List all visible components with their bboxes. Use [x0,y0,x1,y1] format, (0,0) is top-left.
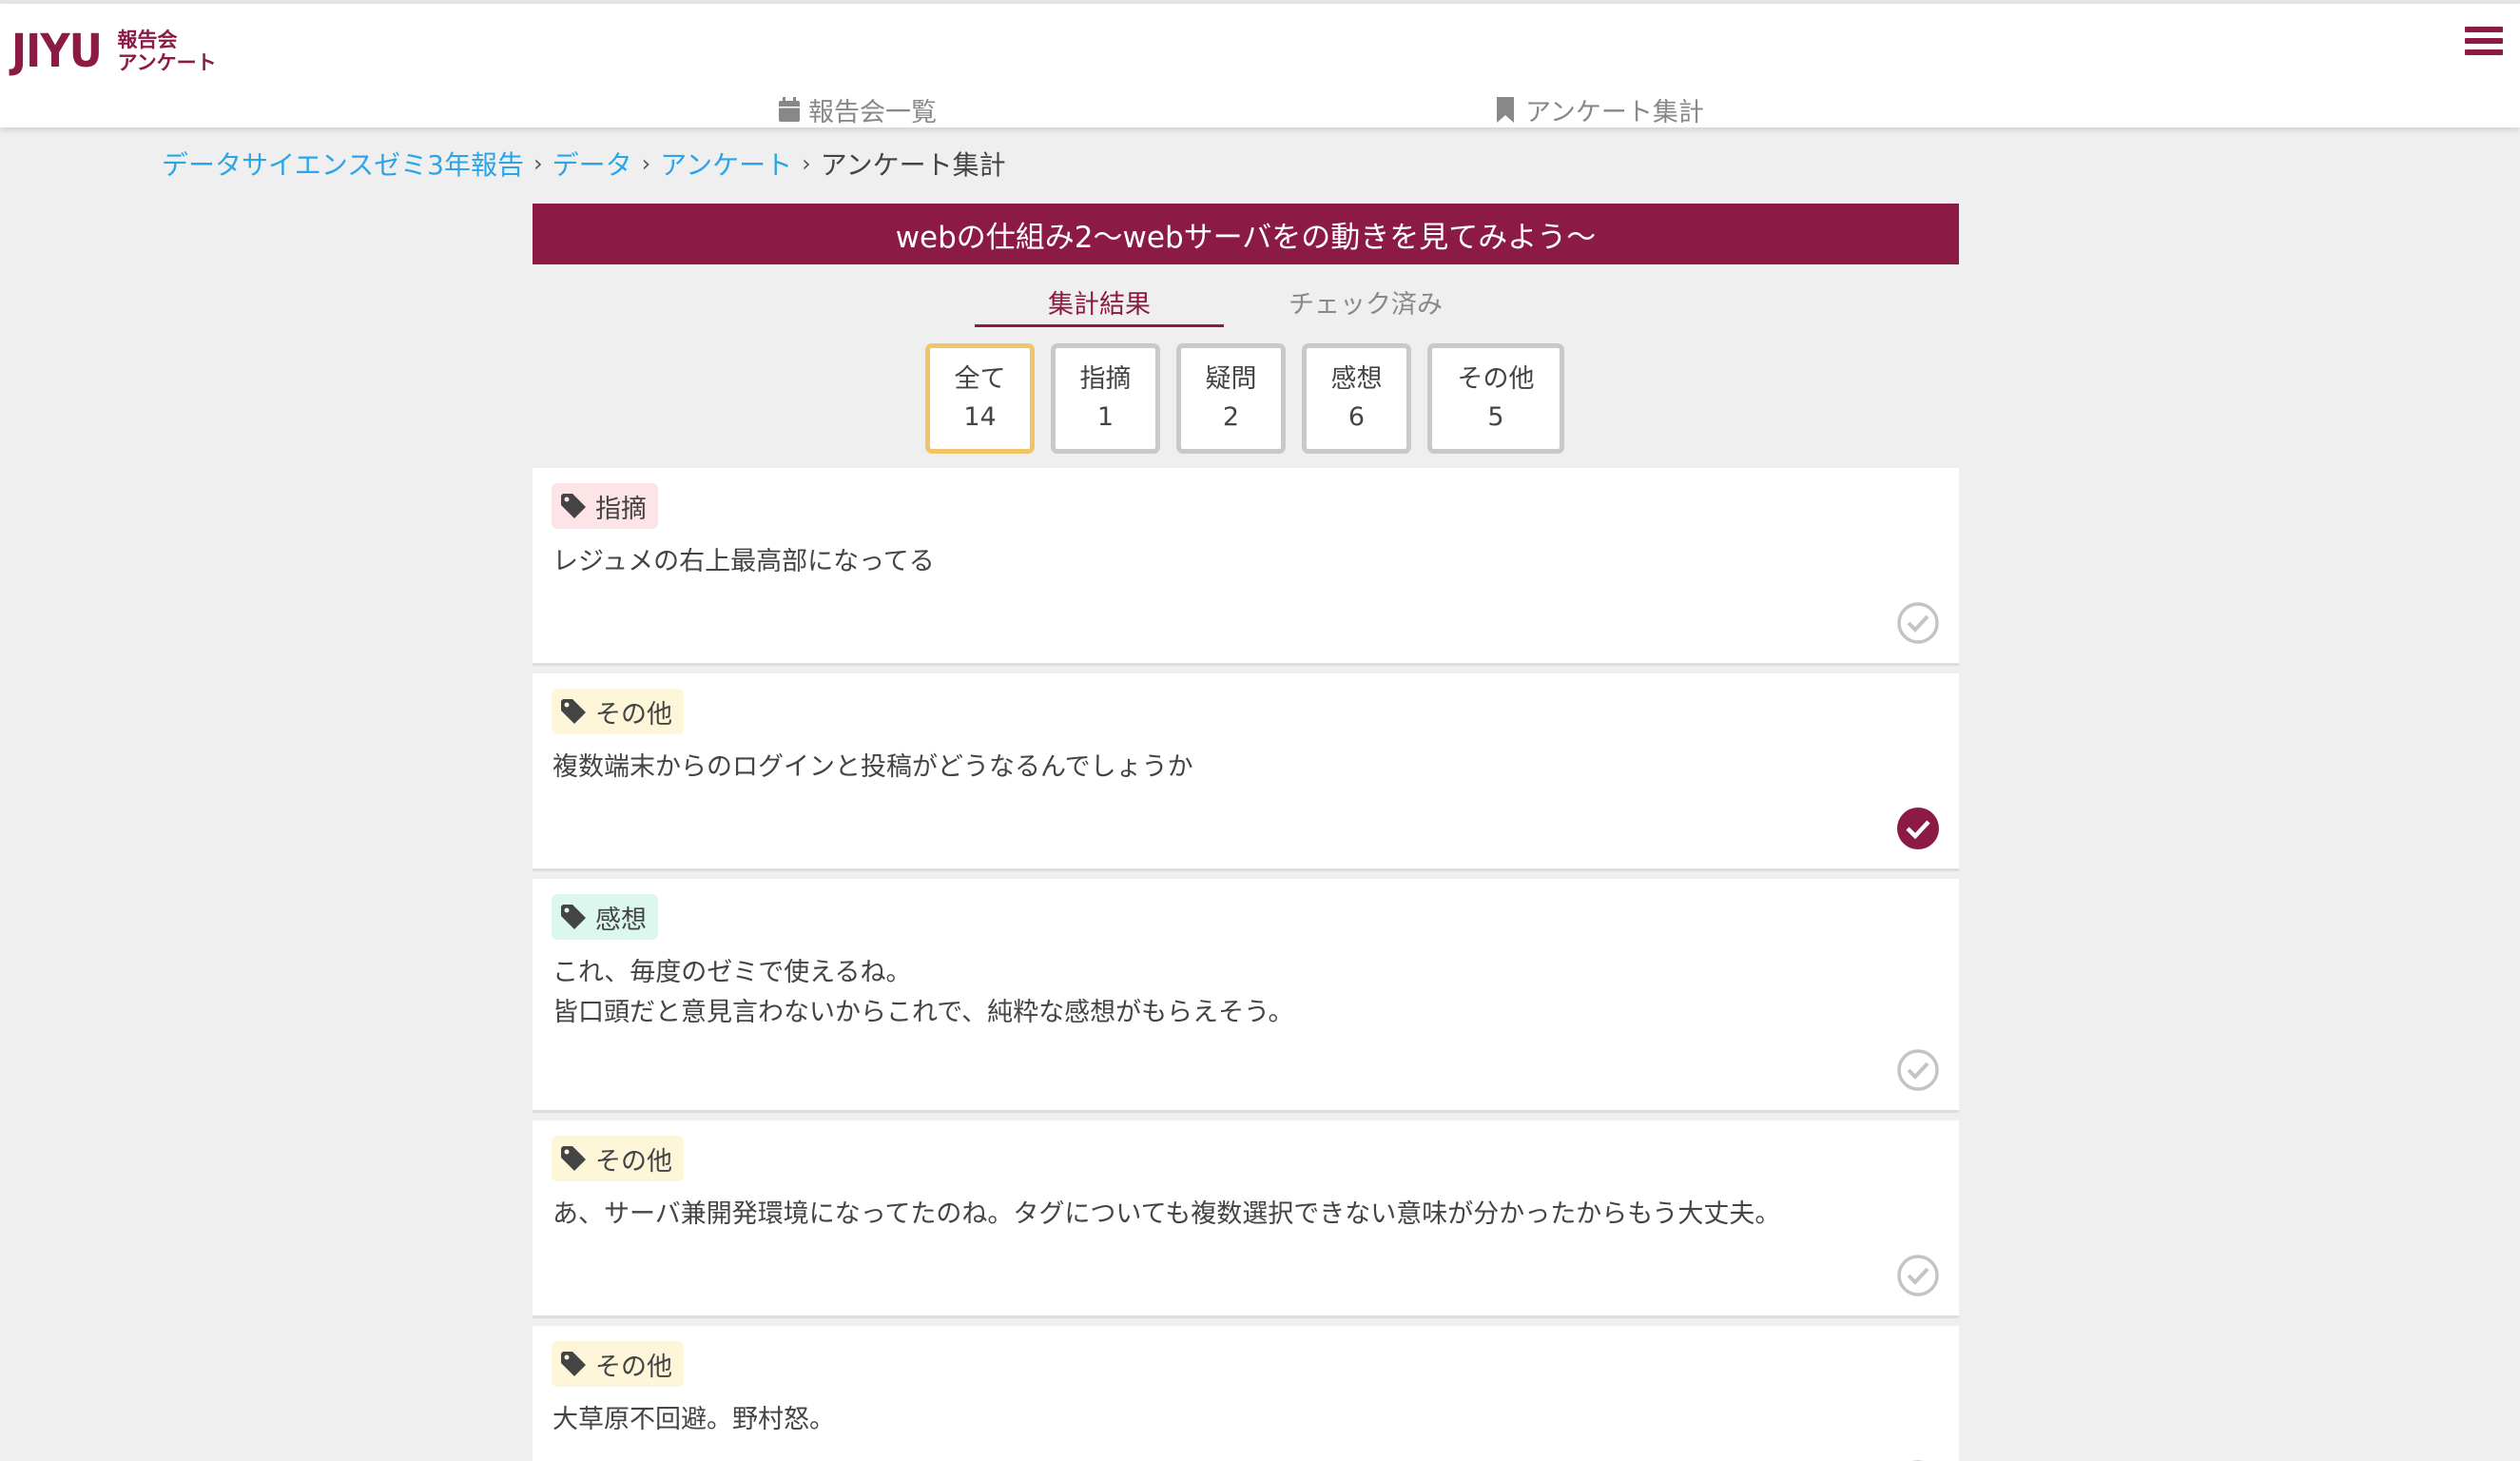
category-filters: 全て 14 指摘 1 疑問 2 感想 6 その他 5 [925,343,1564,454]
response-text: 大草原不回避。野村怒。 [552,1400,835,1440]
hamburger-menu-icon[interactable] [2465,27,2503,61]
response-text-line: 大草原不回避。野村怒。 [552,1405,835,1434]
bookmark-icon [1497,97,1514,123]
app-header: JIYU 報告会 アンケート 報告会一覧 アンケート集計 [0,4,2520,127]
response-card: その他 複数端末からのログインと投稿がどうなるんでしょうか [533,673,1959,871]
nav-survey-summary[interactable]: アンケート集計 [1495,91,1704,128]
check-circle-icon[interactable] [1896,1048,1940,1092]
filter-label: 疑問 [1205,364,1257,394]
result-tabs: 集計結果 チェック済み [975,283,1545,327]
tag-icon [561,494,586,518]
tag-icon [561,1146,586,1171]
response-text-line: これ、毎度のゼミで使えるね。 [552,958,912,987]
category-tag: 指摘 [552,483,658,529]
response-text-line: 皆口頭だと意見言わないからこれで、純粋な感想がもらえそう。 [552,998,1294,1027]
response-text-line: レジュメの右上最高部になってる [552,547,935,576]
category-tag-label: その他 [595,1352,672,1382]
category-tag-label: 感想 [595,905,647,935]
response-text: 複数端末からのログインと投稿がどうなるんでしょうか [552,748,1193,788]
logo-subtitle-line1: 報告会 [117,29,178,51]
filter-question[interactable]: 疑問 2 [1176,343,1286,454]
check-circle-icon[interactable] [1896,1254,1940,1297]
filter-other[interactable]: その他 5 [1427,343,1564,454]
app-logo[interactable]: JIYU 報告会 アンケート [11,23,217,80]
response-card: その他 あ、サーバ兼開発環境になってたのね。タグについても複数選択できない意味が… [533,1120,1959,1318]
breadcrumb-separator: › [641,150,651,177]
category-tag: その他 [552,1341,684,1387]
page-title: webの仕組み2〜webサーバをの動きを見てみよう〜 [533,204,1959,264]
nav-report-list[interactable]: 報告会一覧 [778,91,937,128]
tab-checked[interactable]: チェック済み [1289,283,1443,321]
filter-count: 2 [1222,402,1240,432]
category-tag-label: 指摘 [595,494,647,524]
breadcrumb-link-seminar[interactable]: データサイエンスゼミ3年報告 [162,145,524,183]
category-tag: その他 [552,1136,684,1181]
response-card: 感想 これ、毎度のゼミで使えるね。 皆口頭だと意見言わないからこれで、純粋な感想… [533,879,1959,1113]
nav-survey-summary-label: アンケート集計 [1525,98,1704,127]
filter-count: 14 [963,402,997,432]
tag-icon [561,699,586,724]
response-text: レジュメの右上最高部になってる [552,542,935,582]
breadcrumb-link-survey[interactable]: アンケート [660,145,792,183]
filter-count: 6 [1347,402,1366,432]
logo-mark: JIYU [11,25,103,78]
logo-subtitle: 報告会 アンケート [117,29,216,74]
breadcrumb-current: アンケート集計 [820,149,1006,181]
filter-point-out[interactable]: 指摘 1 [1051,343,1160,454]
filter-label: 感想 [1330,364,1383,394]
filter-count: 1 [1096,402,1115,432]
tag-icon [561,905,586,929]
calendar-icon [779,97,800,122]
filter-label: 指摘 [1079,364,1132,394]
tab-summary[interactable]: 集計結果 [975,283,1224,327]
category-tag: その他 [552,689,684,734]
breadcrumb: データサイエンスゼミ3年報告 › データ › アンケート › アンケート集計 [162,145,1006,183]
filter-impression[interactable]: 感想 6 [1302,343,1411,454]
filter-all[interactable]: 全て 14 [925,343,1035,454]
category-tag: 感想 [552,894,658,940]
response-card: その他 大草原不回避。野村怒。 [533,1326,1959,1461]
filter-label: その他 [1457,364,1535,394]
breadcrumb-separator: › [802,150,811,177]
response-text: あ、サーバ兼開発環境になってたのね。タグについても複数選択できない意味が分かった… [552,1195,1780,1235]
nav-report-list-label: 報告会一覧 [808,98,937,127]
response-text-line: あ、サーバ兼開発環境になってたのね。タグについても複数選択できない意味が分かった… [552,1199,1781,1229]
check-circle-filled-icon[interactable] [1896,807,1940,850]
filter-count: 5 [1487,402,1504,432]
response-list: 指摘 レジュメの右上最高部になってる その他 複数端末からのログインと投稿がどう… [533,468,1959,1461]
filter-label: 全て [954,364,1006,394]
tag-icon [561,1352,586,1376]
response-text: これ、毎度のゼミで使えるね。 皆口頭だと意見言わないからこれで、純粋な感想がもら… [552,953,1294,1033]
category-tag-label: その他 [595,699,672,730]
breadcrumb-separator: › [533,150,543,177]
response-card: 指摘 レジュメの右上最高部になってる [533,468,1959,666]
category-tag-label: その他 [595,1146,672,1177]
check-circle-icon[interactable] [1896,601,1940,645]
logo-subtitle-line2: アンケート [117,51,217,74]
response-text-line: 複数端末からのログインと投稿がどうなるんでしょうか [552,752,1193,782]
breadcrumb-link-data[interactable]: データ [552,145,632,183]
